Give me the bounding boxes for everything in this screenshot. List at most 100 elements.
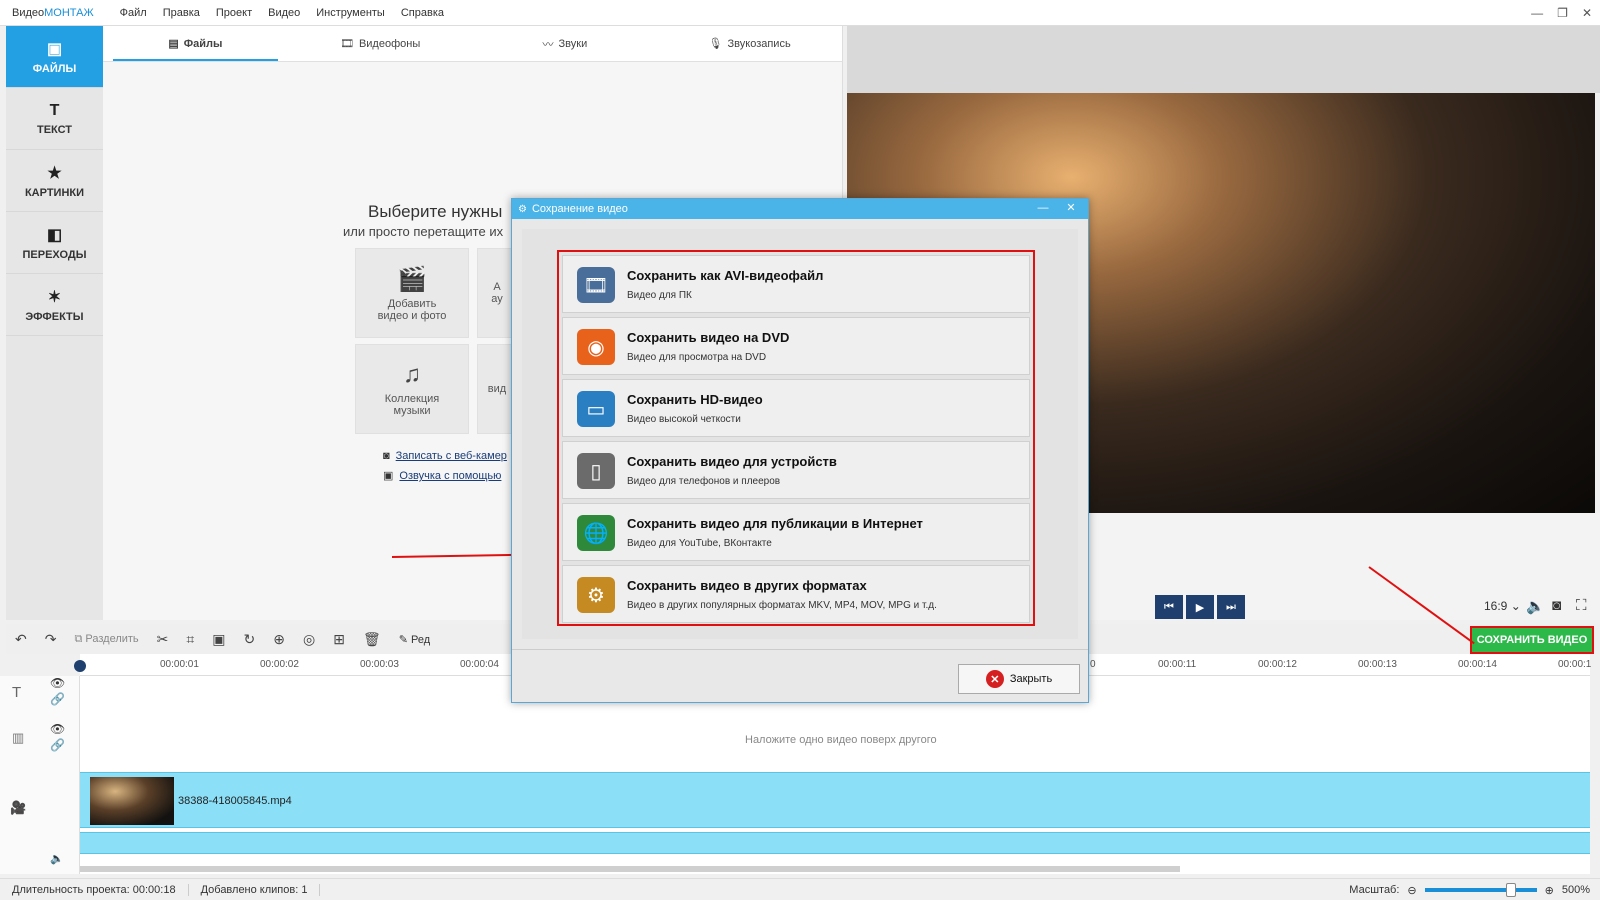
volume-icon[interactable]: 🔈 [1526,597,1545,615]
overlay-track-icon: ▥ [12,730,25,745]
save-devices-option[interactable]: ▯ Сохранить видео для устройств Видео дл… [562,441,1030,499]
waveform-icon: 〰 [542,38,554,51]
close-button[interactable]: ✕ Закрыть [958,664,1080,694]
playhead[interactable] [74,660,86,672]
tick-label: 00:00:1 [1558,659,1592,670]
audio-track-icon: 🔈 [50,853,64,865]
save-other-formats-option[interactable]: ⚙ Сохранить видео в других форматах Виде… [562,565,1030,623]
close-window-icon[interactable]: ✕ [1582,6,1592,20]
option-title: Сохранить видео на DVD [627,330,790,345]
timeline-scrollbar[interactable] [80,866,1180,872]
close-icon: ✕ [985,670,1004,688]
option-title: Сохранить HD-видео [627,392,763,407]
zoom-slider[interactable] [1424,883,1537,897]
film-reel-icon: 🎞 [577,267,615,303]
video-track-icon: 🎥 [10,800,27,815]
tile-label: А [493,281,501,293]
tab-files[interactable]: ▤ Файлы [103,26,288,61]
sidebar-item-effects[interactable]: ✶ ЭФФЕКТЫ [6,274,103,336]
zoom-clip-icon[interactable]: ⊕ [273,631,285,648]
sidebar-item-transitions[interactable]: ◧ ПЕРЕХОДЫ [6,212,103,274]
option-subtitle: Видео для телефонов и плееров [627,476,781,487]
tab-video-backgrounds[interactable]: 🎞 Видеофоны [288,26,473,61]
add-clip-icon[interactable]: ⊞ [333,631,345,648]
trash-icon[interactable]: 🗑 [363,631,381,648]
tab-label: Звуки [558,37,588,50]
aspect-ratio-select[interactable]: 16:9 ⌄ [1484,599,1521,613]
tab-label: Файлы [183,37,223,50]
skip-forward-button[interactable]: ⏭ [1217,595,1245,619]
link-icon[interactable]: 🔗 [50,738,65,752]
crop-icon[interactable]: ⌗ [186,631,194,648]
tick-label: 00:00:13 [1358,659,1397,670]
tile-label: видео и фото [377,309,447,322]
option-title: Сохранить видео для устройств [627,454,837,469]
eye-icon[interactable]: 👁 [50,722,65,736]
zoom-slider-handle[interactable] [1506,883,1517,897]
save-avi-option[interactable]: 🎞 Сохранить как AVI-видеофайл Видео для … [562,255,1030,313]
sidebar-item-text[interactable]: T ТЕКСТ [6,88,103,150]
stabilize-icon[interactable]: ◎ [303,631,315,648]
add-video-photo-button[interactable]: 🎬 Добавить видео и фото [355,248,469,338]
clip-name: 38388-418005845.mp4 [178,795,292,807]
option-subtitle: Видео для ПК [627,290,692,301]
tick-label: 00:00:12 [1258,659,1297,670]
zoom-value: 500% [1561,884,1590,896]
restore-icon[interactable]: ❐ [1557,6,1568,20]
menu-file[interactable]: Файл [112,7,155,19]
menu-edit[interactable]: Правка [155,7,208,19]
tab-sounds[interactable]: 〰 Звуки [473,26,658,61]
save-video-button[interactable]: СОХРАНИТЬ ВИДЕО [1470,626,1594,654]
camera-icon[interactable]: ◙ [1552,597,1561,614]
tick-label: 00:00:03 [360,659,399,670]
transitions-icon: ◧ [46,226,63,244]
save-dvd-option[interactable]: ◉ Сохранить видео на DVD Видео для просм… [562,317,1030,375]
link-icon[interactable]: 🔗 [50,692,65,706]
redo-icon[interactable]: ↷ [45,631,57,648]
zoom-out-icon[interactable]: ⊖ [1407,884,1416,897]
save-hd-option[interactable]: ▭ Сохранить HD-видео Видео высокой четко… [562,379,1030,437]
option-subtitle: Видео высокой четкости [627,414,741,425]
dialog-minimize-button[interactable]: — [1030,199,1056,216]
audio-track[interactable] [80,832,1590,854]
menu-tools[interactable]: Инструменты [308,7,393,19]
tab-sound-recording[interactable]: 🎙 Звукозапись [657,26,842,61]
video-track[interactable]: 38388-418005845.mp4 [80,772,1590,828]
phone-icon: ▯ [577,453,615,489]
star-icon: ★ [47,164,62,182]
duration-label: Длительность проекта: [12,883,130,896]
menu-project[interactable]: Проект [208,7,260,19]
split-button[interactable]: ⧉ Разделить [74,633,138,646]
skip-back-button[interactable]: ⏮ [1155,595,1183,619]
edit-button[interactable]: ✎ Ред [399,633,430,646]
sidebar-item-pictures[interactable]: ★ КАРТИНКИ [6,150,103,212]
zoom-in-icon[interactable]: ⊕ [1545,884,1554,897]
eye-icon[interactable]: 👁 [50,676,65,690]
menu-video[interactable]: Видео [260,7,308,19]
clip-thumbnail[interactable] [90,777,174,825]
scissors-icon[interactable]: ✂ [157,631,169,648]
fullscreen-icon[interactable]: ⛶ [1576,597,1587,614]
menu-help[interactable]: Справка [393,7,452,19]
sidebar-item-files[interactable]: ▣ ФАЙЛЫ [6,26,103,88]
music-collection-button[interactable]: ♫ Коллекция музыки [355,344,469,434]
save-internet-option[interactable]: 🌐 Сохранить видео для публикации в Интер… [562,503,1030,561]
timeline-tracks[interactable]: Наложите одно видео поверх другого 38388… [80,676,1590,874]
app-title: ВидеоМОНТАЖ [12,6,94,19]
voiceover-link[interactable]: ▣ Озвучка с помощью [383,469,501,482]
dialog-close-button[interactable]: ✕ [1058,199,1084,216]
undo-icon[interactable]: ↶ [15,631,27,648]
webcam-record-link[interactable]: ◙ Записать с веб-камер [383,450,507,462]
skip-back-icon: ⏮ [1164,600,1174,613]
minimize-icon[interactable]: — [1531,6,1543,20]
dialog-title: Сохранение видео [531,203,628,215]
fit-icon[interactable]: ▣ [212,631,225,648]
link-label: Озвучка с помощью [399,470,502,482]
text-track-icon: T [12,684,22,701]
dvd-disc-icon: ◉ [577,329,615,365]
rotate-icon[interactable]: ↻ [244,631,256,648]
play-button[interactable]: ▶ [1186,595,1214,619]
image-icon: ▣ [46,40,63,58]
close-icon: ✕ [1066,202,1076,214]
window-controls: — ❐ ✕ [1531,0,1592,26]
